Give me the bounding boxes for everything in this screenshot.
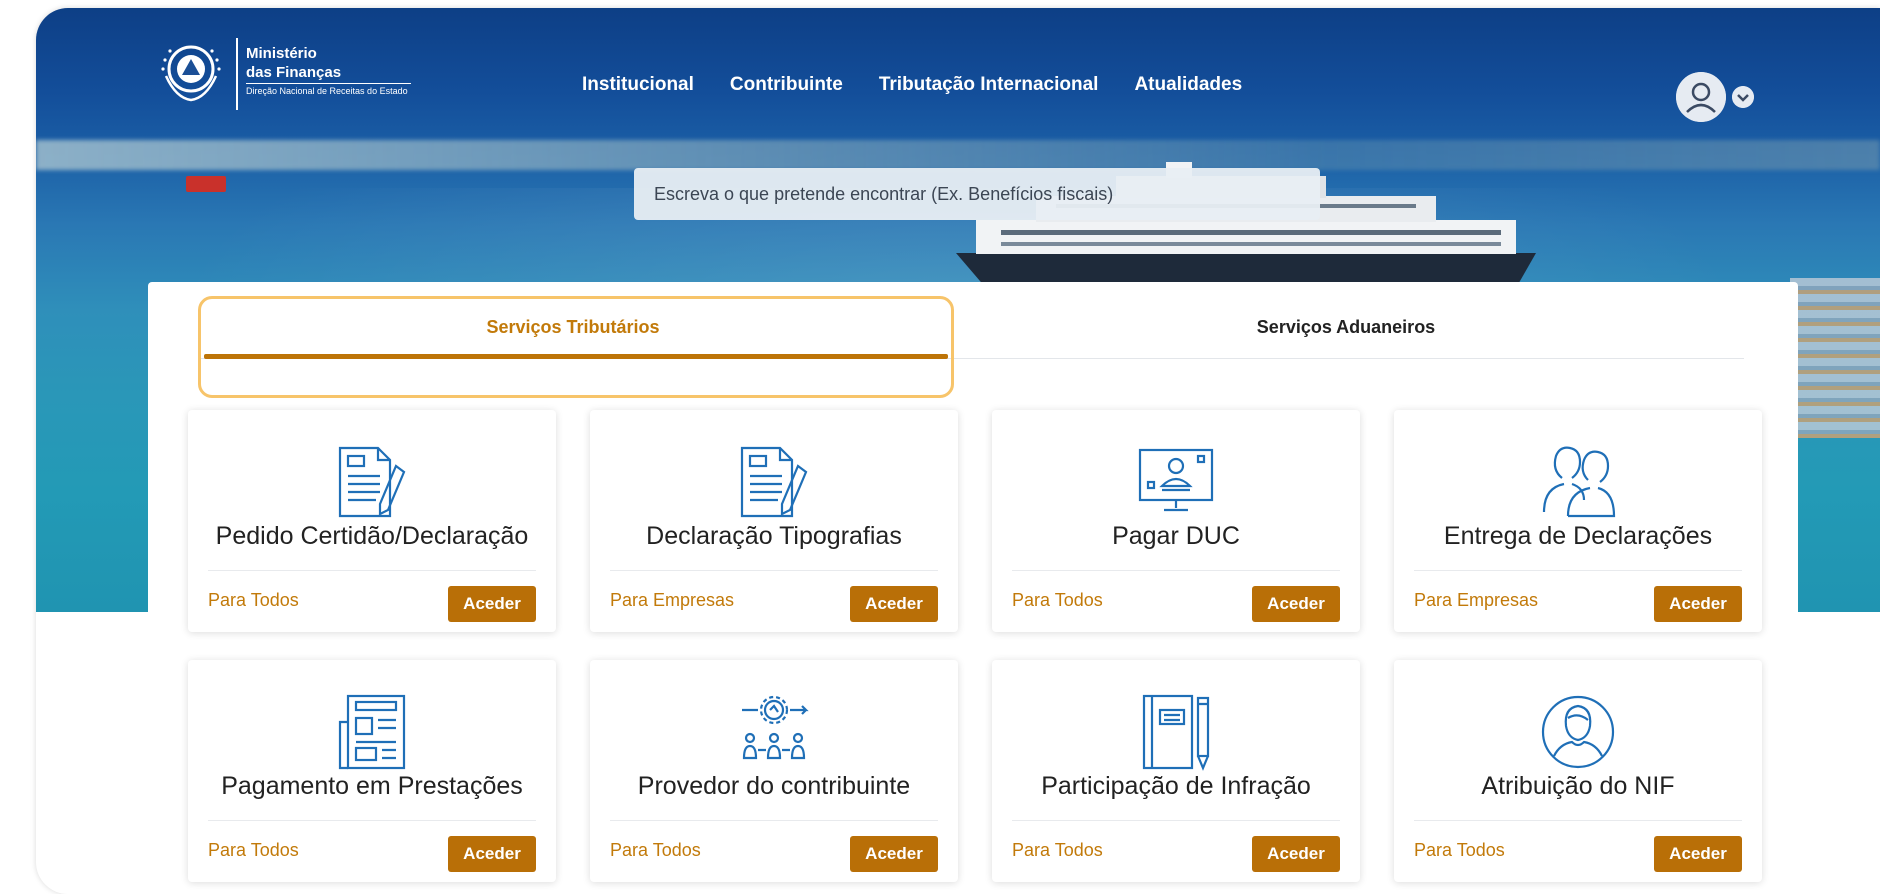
card-icon-wrap <box>188 692 556 772</box>
brand-underline <box>246 83 411 84</box>
service-card: Provedor do contribuinte Para Todos Aced… <box>590 660 958 882</box>
card-audience: Para Todos <box>1012 840 1103 860</box>
card-separator <box>1012 820 1340 821</box>
card-separator <box>1414 570 1742 571</box>
card-audience: Para Todos <box>610 840 701 860</box>
card-icon-wrap <box>590 442 958 522</box>
dock-image <box>1790 278 1880 438</box>
card-separator <box>610 570 938 571</box>
card-separator <box>208 570 536 571</box>
search-bar <box>634 168 1320 220</box>
coat-of-arms-icon <box>161 45 221 102</box>
brand-line-3: Direção Nacional de Receitas do Estado <box>246 86 408 96</box>
services-tabs: Serviços Tributários Serviços Aduaneiros <box>198 296 1744 359</box>
nav-institucional[interactable]: Institucional <box>582 74 694 96</box>
aceder-button[interactable]: Aceder <box>1252 836 1340 872</box>
card-separator <box>1012 570 1340 571</box>
aceder-button[interactable]: Aceder <box>850 836 938 872</box>
search-input[interactable] <box>634 168 1320 220</box>
card-icon-wrap <box>1394 692 1762 772</box>
aceder-button[interactable]: Aceder <box>850 586 938 622</box>
card-audience: Para Todos <box>1414 840 1505 860</box>
services-panel: Serviços Tributários Serviços Aduaneiros… <box>148 282 1798 894</box>
card-icon-wrap <box>188 442 556 522</box>
chevron-down-icon[interactable] <box>1732 86 1754 108</box>
browser-window: Ministério das Finanças Direção Nacional… <box>36 8 1880 894</box>
aceder-button[interactable]: Aceder <box>1252 586 1340 622</box>
card-title: Participação de Infração <box>1041 772 1311 800</box>
card-audience: Para Empresas <box>1414 590 1539 610</box>
card-audience: Para Todos <box>208 840 299 860</box>
brand-line-1: Ministério <box>246 45 317 62</box>
people-icon <box>1542 446 1616 518</box>
newspaper-icon <box>338 694 406 770</box>
service-card: Pedido Certidão/Declaração Para Todos Ac… <box>188 410 556 632</box>
document-pen-icon <box>338 446 406 518</box>
notebook-pen-icon <box>1142 694 1210 771</box>
network-gear-icon <box>742 695 809 760</box>
logo-divider <box>236 38 238 110</box>
card-audience: Para Todos <box>1012 590 1103 610</box>
card-icon-wrap <box>1394 442 1762 522</box>
aceder-button[interactable]: Aceder <box>1654 836 1742 872</box>
service-card: Atribuição do NIF Para Todos Aceder <box>1394 660 1762 882</box>
card-icon-wrap <box>992 442 1360 522</box>
nav-tributacao-internacional[interactable]: Tributação Internacional <box>879 74 1099 96</box>
card-separator <box>208 820 536 821</box>
card-title: Atribuição do NIF <box>1481 772 1675 800</box>
card-title: Provedor do contribuinte <box>637 772 911 800</box>
service-card: Participação de Infração Para Todos Aced… <box>992 660 1360 882</box>
card-separator <box>610 820 938 821</box>
brand-line-2: das Finanças <box>246 64 342 81</box>
card-title: Entrega de Declarações <box>1443 522 1713 550</box>
service-card: Pagar DUC Para Todos Aceder <box>992 410 1360 632</box>
card-title: Pagamento em Prestações <box>221 772 523 800</box>
user-menu[interactable] <box>1676 72 1756 122</box>
card-title: Pagar DUC <box>1112 522 1240 550</box>
service-card: Declaração Tipografias Para Empresas Ace… <box>590 410 958 632</box>
nav-atualidades[interactable]: Atualidades <box>1134 74 1242 96</box>
aceder-button[interactable]: Aceder <box>1654 586 1742 622</box>
card-audience: Para Empresas <box>610 590 735 610</box>
card-icon-wrap <box>590 692 958 772</box>
user-icon[interactable] <box>1676 72 1726 122</box>
tab-servicos-tributarios[interactable]: Serviços Tributários <box>198 296 948 359</box>
tab-servicos-aduaneiros[interactable]: Serviços Aduaneiros <box>948 296 1744 358</box>
service-card: Entrega de Declarações Para Empresas Ace… <box>1394 410 1762 632</box>
nav-contribuinte[interactable]: Contribuinte <box>730 74 843 96</box>
monitor-user-icon <box>1138 448 1214 512</box>
ministry-logo[interactable]: Ministério das Finanças Direção Nacional… <box>156 28 456 114</box>
service-card: Pagamento em Prestações Para Todos Acede… <box>188 660 556 882</box>
aceder-button[interactable]: Aceder <box>448 836 536 872</box>
card-icon-wrap <box>992 692 1360 772</box>
user-circle-icon <box>1541 695 1615 769</box>
boat-image <box>186 176 226 192</box>
card-title: Declaração Tipografias <box>646 522 902 550</box>
main-nav: Institucional Contribuinte Tributação In… <box>582 74 1242 96</box>
aceder-button[interactable]: Aceder <box>448 586 536 622</box>
card-separator <box>1414 820 1742 821</box>
card-audience: Para Todos <box>208 590 299 610</box>
document-pen-icon <box>740 446 808 518</box>
card-title: Pedido Certidão/Declaração <box>215 522 529 550</box>
